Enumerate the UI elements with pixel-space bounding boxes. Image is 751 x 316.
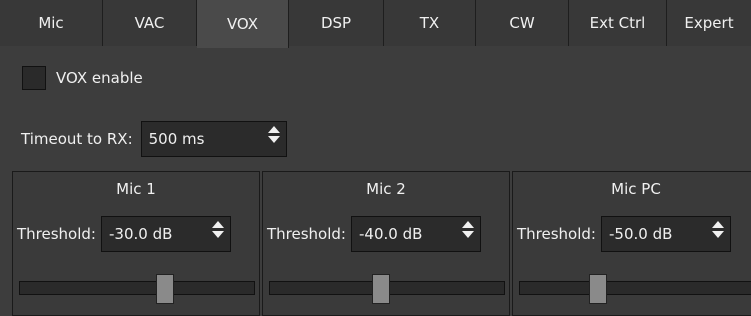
mic1-threshold-spinbox[interactable]: -30.0 dB [100,216,231,252]
spin-up-icon[interactable] [211,221,224,228]
mic-pc-threshold-spinbox[interactable]: -50.0 dB [600,216,731,252]
mic2-threshold-value: -40.0 dB [358,225,423,243]
spin-up-icon[interactable] [461,221,474,228]
spin-down-icon[interactable] [461,231,474,238]
mic-pc-threshold-row: Threshold: -50.0 dB [517,216,731,252]
mic2-threshold-spinbox[interactable]: -40.0 dB [350,216,481,252]
tab-dsp[interactable]: DSP [289,0,384,46]
mic1-threshold-row: Threshold: -30.0 dB [17,216,231,252]
mic-pc-threshold-value: -50.0 dB [608,225,673,243]
spin-up-icon[interactable] [267,126,280,133]
tab-cw[interactable]: CW [476,0,569,46]
spin-down-icon[interactable] [211,231,224,238]
spin-down-icon[interactable] [267,136,280,143]
timeout-row: Timeout to RX: 500 ms [21,121,287,157]
mic2-threshold-slider[interactable] [269,274,505,304]
tab-vac[interactable]: VAC [103,0,197,46]
timeout-spinbox[interactable]: 500 ms [140,121,287,157]
mic2-title: Mic 2 [366,180,406,198]
timeout-label: Timeout to RX: [21,130,133,148]
mic2-threshold-label: Threshold: [267,225,346,243]
spin-up-icon[interactable] [711,221,724,228]
tab-tx[interactable]: TX [384,0,476,46]
mic2-panel: Mic 2 Threshold: -40.0 dB [262,171,510,316]
timeout-value: 500 ms [148,130,205,148]
spin-down-icon[interactable] [711,231,724,238]
vox-enable-label: VOX enable [56,69,143,87]
vox-enable-checkbox[interactable] [22,66,46,90]
mic1-threshold-slider[interactable] [19,274,255,304]
tab-mic[interactable]: Mic [0,0,103,46]
tab-bar: Mic VAC VOX DSP TX CW Ext Ctrl Expert [0,0,751,48]
mic-pc-slider-thumb[interactable] [589,274,607,304]
tab-vox[interactable]: VOX [197,0,289,48]
mic-pc-title: Mic PC [611,180,661,198]
mic1-threshold-value: -30.0 dB [108,225,173,243]
mic-pc-threshold-slider[interactable] [519,274,751,304]
mic-pc-threshold-label: Threshold: [517,225,596,243]
mic2-threshold-row: Threshold: -40.0 dB [267,216,481,252]
mic1-slider-thumb[interactable] [156,274,174,304]
mic1-panel: Mic 1 Threshold: -30.0 dB [12,171,260,316]
tab-expert[interactable]: Expert [667,0,751,46]
mic1-title: Mic 1 [116,180,156,198]
mic1-threshold-label: Threshold: [17,225,96,243]
mic-pc-panel: Mic PC Threshold: -50.0 dB [512,171,751,316]
vox-enable-row: VOX enable [22,66,143,90]
mic2-slider-thumb[interactable] [372,274,390,304]
tab-ext-ctrl[interactable]: Ext Ctrl [569,0,667,46]
